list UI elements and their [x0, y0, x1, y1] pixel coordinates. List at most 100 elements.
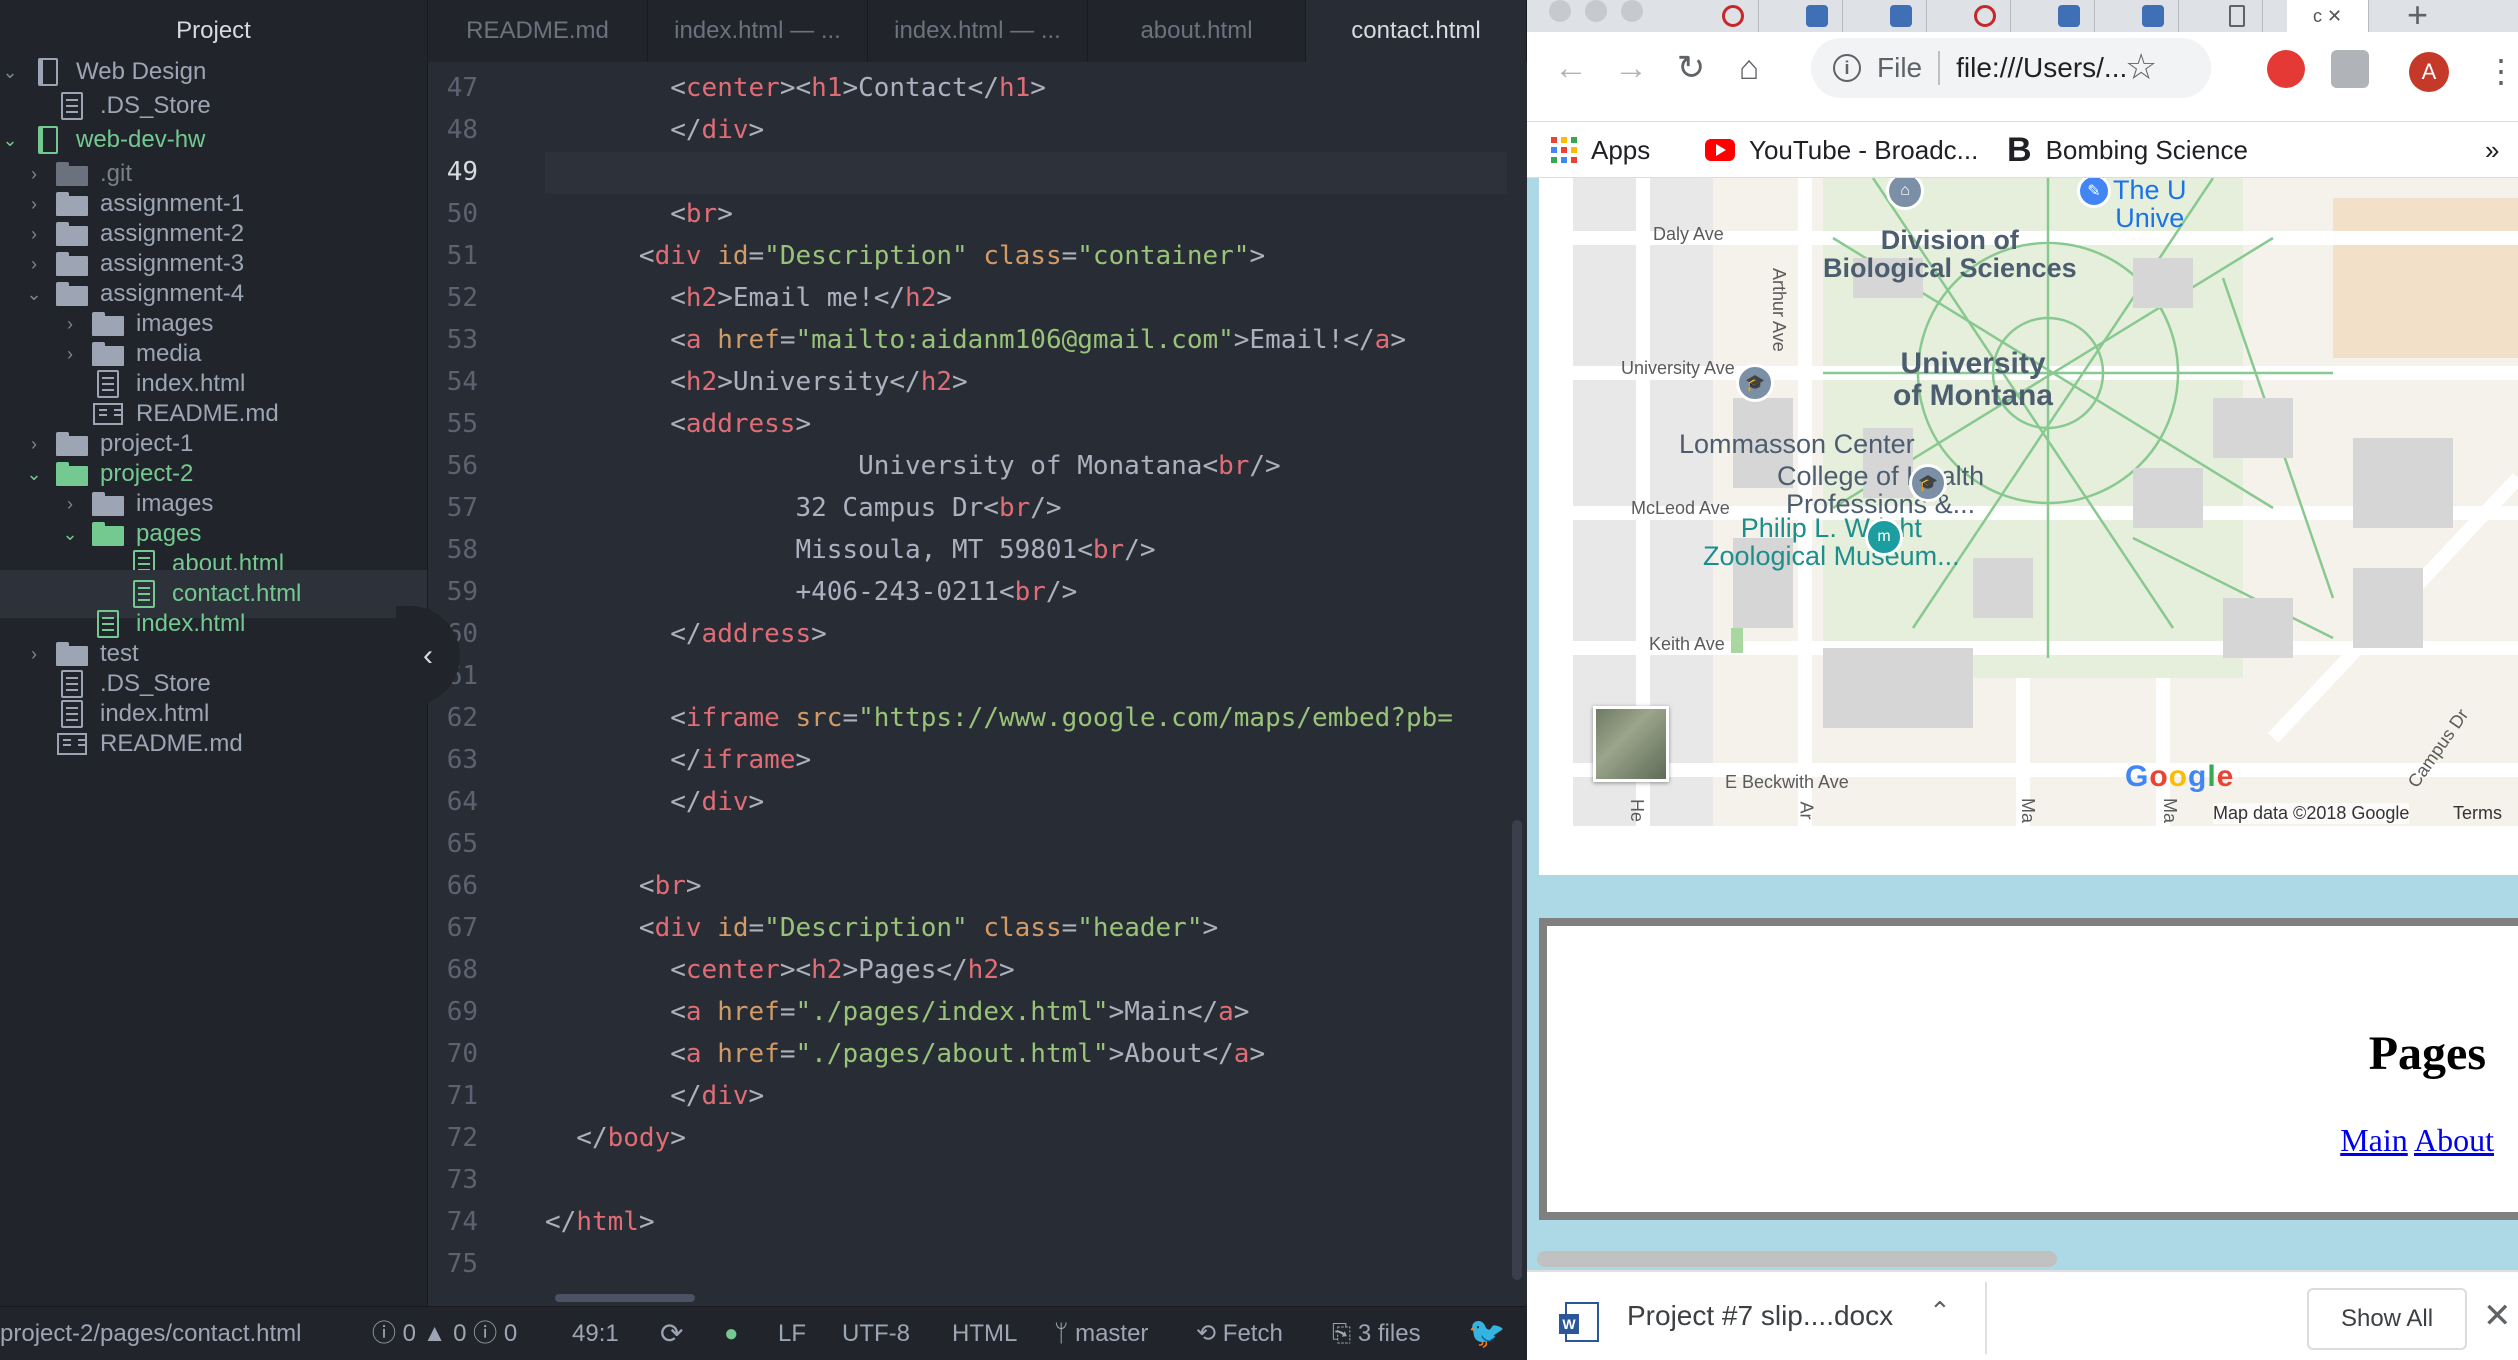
line-number: 56 — [446, 451, 478, 481]
zoom-window-button[interactable] — [1621, 0, 1643, 22]
university-pin-icon[interactable]: 🎓 — [1909, 464, 1947, 502]
minimize-window-button[interactable] — [1585, 0, 1607, 22]
new-tab-button[interactable]: + — [2407, 0, 2428, 36]
bookmark-youtube[interactable]: YouTube - Broadc... — [1705, 122, 1978, 178]
chevron-down-icon[interactable]: ⌄ — [0, 130, 20, 151]
code-line: <h2>University</h2> — [545, 367, 968, 397]
home-button[interactable]: ⌂ — [1727, 46, 1771, 90]
file-encoding[interactable]: UTF-8 — [842, 1307, 910, 1360]
line-ending[interactable]: LF — [778, 1307, 806, 1360]
download-filename[interactable]: Project #7 slip....docx — [1627, 1300, 1893, 1332]
branch-name: master — [1075, 1320, 1149, 1347]
tree-item[interactable]: README.md — [0, 720, 427, 768]
bookmark-label: Apps — [1591, 134, 1651, 165]
profile-avatar[interactable]: A — [2409, 52, 2449, 92]
back-button[interactable]: ← — [1549, 46, 1593, 90]
git-branch[interactable]: ᛘ master — [1054, 1307, 1148, 1360]
map-container: Daly Ave University Ave McLeod Ave Keith… — [1539, 178, 2518, 875]
main-link[interactable]: Main — [2340, 1122, 2408, 1158]
line-number: 55 — [446, 409, 478, 439]
editor-tab[interactable]: index.html — ... — [868, 0, 1088, 62]
changed-files[interactable]: ⎘ 3 files — [1332, 1307, 1421, 1360]
forward-button[interactable]: → — [1609, 46, 1653, 90]
satellite-toggle-thumbnail[interactable] — [1593, 706, 1669, 782]
git-status-dot-icon: ● — [724, 1320, 739, 1347]
bookmark-apps[interactable]: Apps — [1551, 122, 1650, 178]
omnibox-divider — [1938, 51, 1941, 85]
twitter-bird-icon[interactable]: 🐦 — [1468, 1307, 1505, 1360]
chevron-down-icon[interactable]: ⌄ — [0, 62, 20, 83]
browser-tab[interactable] — [2211, 0, 2263, 32]
embedded-google-map[interactable]: Daly Ave University Ave McLeod Ave Keith… — [1573, 178, 2518, 826]
street-label: Daly Ave — [1653, 224, 1724, 244]
bookmark-bombing-science[interactable]: B Bombing Science — [2007, 122, 2248, 178]
fetch-icon: ⟲ — [1196, 1320, 1223, 1347]
editor-tab[interactable]: README.md — [428, 0, 648, 62]
line-number: 75 — [446, 1249, 478, 1279]
status-file-path[interactable]: project-2/pages/contact.html — [0, 1307, 302, 1360]
refresh-icon[interactable]: ⟳ — [660, 1307, 683, 1360]
apps-grid-icon — [1551, 137, 1577, 163]
adblock-extension-icon[interactable] — [2267, 50, 2305, 88]
street-label: Arthur Ave — [1769, 268, 1789, 352]
university-pin-icon[interactable]: 🎓 — [1736, 364, 1774, 402]
cursor-position[interactable]: 49:1 — [572, 1307, 619, 1360]
stack-icon — [2141, 5, 2164, 27]
place-label: College of Health Professions &... — [1777, 461, 1984, 519]
tab-title: c — [2312, 5, 2322, 26]
map-attribution[interactable]: Map data ©2018 Google — [2213, 803, 2410, 824]
close-window-button[interactable] — [1549, 0, 1571, 22]
chevron-up-icon[interactable]: ⌃ — [1929, 1296, 1951, 1327]
pages-heading: Pages — [2368, 1027, 2486, 1080]
browser-window: c ✕ + ← → ↻ ⌂ i File file:///Users/... ☆… — [1527, 0, 2518, 1360]
street-label: Ma — [2018, 797, 2039, 824]
code-line: <br> — [545, 199, 733, 229]
browser-tab[interactable] — [1791, 0, 1843, 32]
grammar-selector[interactable]: HTML — [952, 1307, 1017, 1360]
place-label: Lommasson Center — [1679, 429, 1915, 459]
line-number: 62 — [446, 703, 478, 733]
bookmark-star-icon[interactable]: ☆ — [2125, 46, 2157, 88]
show-all-button[interactable]: Show All — [2307, 1288, 2467, 1350]
close-shelf-icon[interactable]: ✕ — [2483, 1296, 2512, 1336]
line-number: 59 — [446, 577, 478, 607]
power-icon — [1721, 5, 1744, 27]
fetch-button[interactable]: ⟲ Fetch — [1196, 1307, 1283, 1360]
line-number: 52 — [446, 283, 478, 313]
stack-icon — [1889, 5, 1912, 27]
pages-section: Pages Main About — [1539, 918, 2518, 1220]
reload-button[interactable]: ↻ — [1669, 46, 1713, 90]
close-tab-icon[interactable]: ✕ — [2327, 6, 2342, 27]
browser-tab[interactable] — [2043, 0, 2095, 32]
editor-vertical-scrollbar[interactable] — [1512, 820, 1522, 1280]
diff-icon: ⎘ — [1332, 1320, 1358, 1347]
about-link[interactable]: About — [2414, 1122, 2494, 1158]
download-divider — [1985, 1282, 1987, 1354]
place-label: University of Montana — [1893, 347, 2053, 412]
page-horizontal-scrollbar[interactable] — [1537, 1251, 2057, 1267]
code-line: <iframe src="https://www.google.com/maps… — [545, 703, 1453, 733]
place-label: The U Unive — [2113, 178, 2187, 233]
browser-tab-active[interactable]: c ✕ — [2287, 0, 2369, 32]
editor-tab[interactable]: index.html — ... — [648, 0, 868, 62]
bookmarks-overflow-button[interactable]: » — [2485, 122, 2499, 178]
museum-pin-icon[interactable]: m — [1865, 518, 1903, 556]
code-line: <div id="Description" class="header"> — [545, 913, 1219, 943]
editor-horizontal-scrollbar[interactable] — [555, 1294, 695, 1302]
map-terms-link[interactable]: Terms — [2453, 803, 2502, 824]
browser-tab[interactable] — [1875, 0, 1927, 32]
css-extension-icon[interactable] — [2331, 50, 2369, 88]
browser-tab[interactable] — [1959, 0, 2011, 32]
editor-tab[interactable]: about.html — [1088, 0, 1306, 62]
browser-tab[interactable] — [1707, 0, 1759, 32]
browser-tab[interactable] — [2127, 0, 2179, 32]
status-diagnostics[interactable]: ⓘ 0 ▲ 0 ⓘ 0 — [372, 1307, 517, 1360]
menu-kebab-icon[interactable]: ⋮ — [2485, 54, 2517, 88]
code-area[interactable]: <center><h1>Contact</h1> </div> <br> <di… — [545, 62, 1505, 1306]
info-icon: ⓘ — [473, 1320, 498, 1347]
street-label: Ma — [2160, 797, 2181, 824]
line-number: 53 — [446, 325, 478, 355]
info-icon[interactable]: i — [1833, 54, 1861, 82]
editor-tab-active[interactable]: contact.html — [1306, 0, 1527, 62]
